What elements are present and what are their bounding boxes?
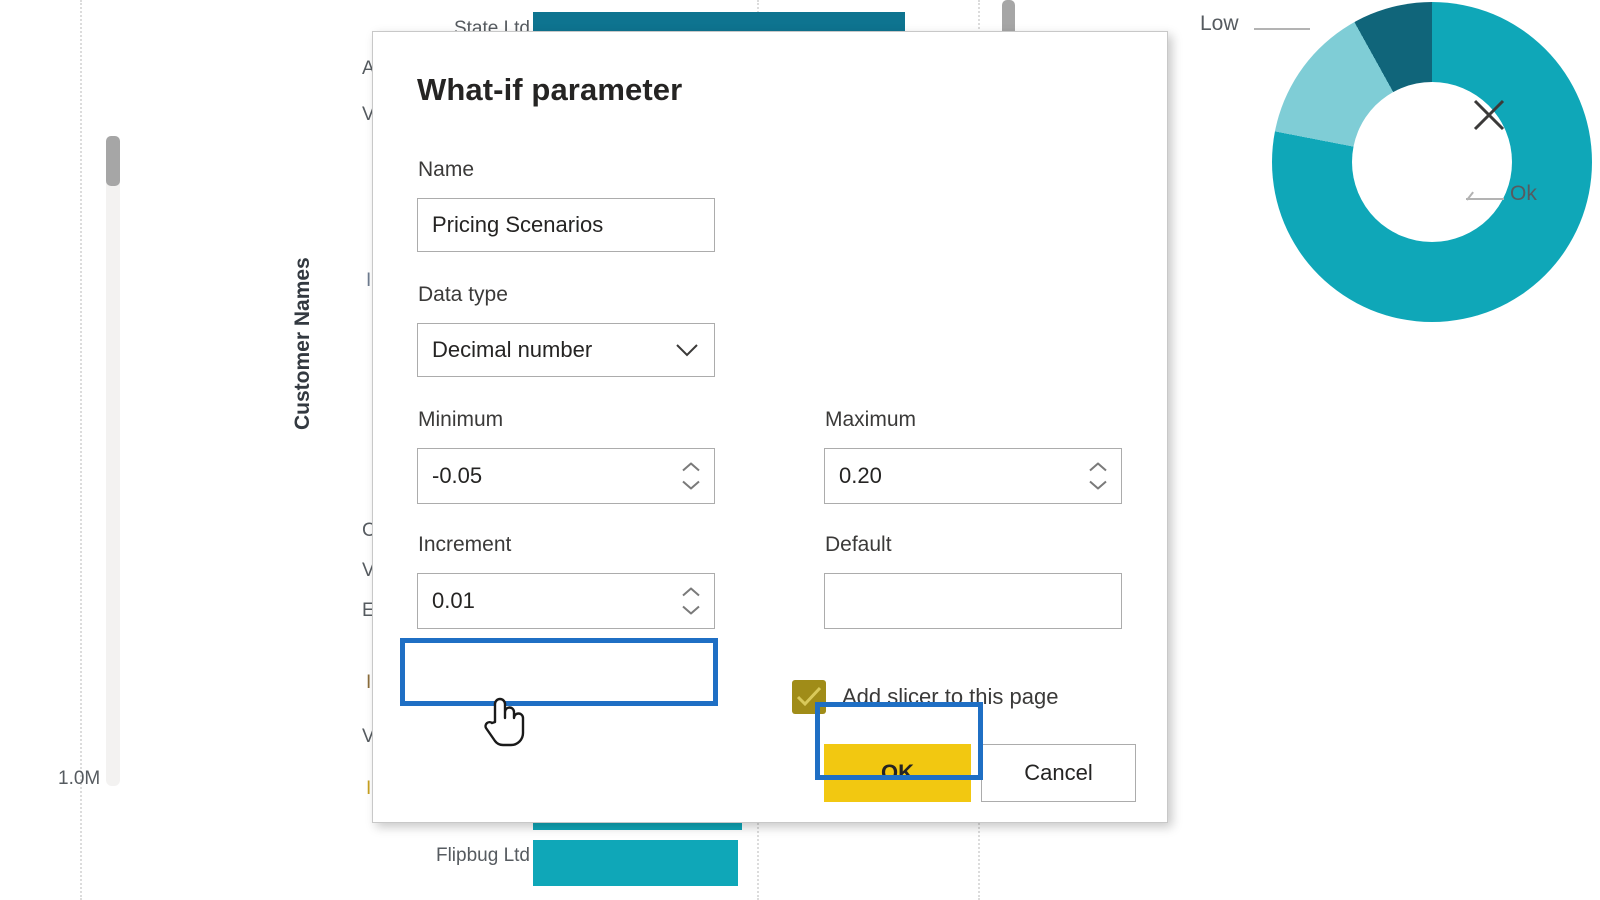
y-axis-title: Customer Names <box>291 257 314 430</box>
bar-category-label-clipped: I <box>366 270 372 291</box>
leader-line <box>1466 198 1504 200</box>
data-type-select[interactable]: Decimal number <box>417 323 715 377</box>
data-type-label: Data type <box>418 283 508 306</box>
donut-label-ok: Ok <box>1510 182 1537 205</box>
bar-category-label-clipped: I <box>366 672 372 693</box>
gridline <box>80 0 82 900</box>
maximum-input[interactable]: 0.20 <box>824 448 1122 504</box>
bar[interactable] <box>533 840 738 886</box>
minimum-input-value: -0.05 <box>432 463 483 488</box>
donut-label-low: Low <box>1200 12 1239 35</box>
name-input-value: Pricing Scenarios <box>432 212 604 237</box>
dialog-title: What-if parameter <box>417 72 683 107</box>
minimum-stepper[interactable] <box>682 462 700 490</box>
minimum-label: Minimum <box>418 408 504 431</box>
increment-input-value: 0.01 <box>432 588 475 613</box>
maximum-label: Maximum <box>825 408 917 431</box>
mouse-cursor <box>481 692 527 753</box>
default-label: Default <box>825 533 892 556</box>
ok-button[interactable]: OK <box>824 744 971 802</box>
minimum-input[interactable]: -0.05 <box>417 448 715 504</box>
cancel-button[interactable]: Cancel <box>981 744 1136 802</box>
add-slicer-checkbox-label: Add slicer to this page <box>842 684 1059 709</box>
maximum-stepper[interactable] <box>1089 462 1107 490</box>
vertical-scrollbar-track[interactable] <box>106 136 120 786</box>
name-label: Name <box>418 158 475 181</box>
donut-chart-visual: High Low Ok <box>1180 0 1600 322</box>
maximum-input-value: 0.20 <box>839 463 882 488</box>
checkmark-icon <box>792 680 826 714</box>
leader-line <box>1254 28 1310 30</box>
bar-category-label-clipped: I <box>366 778 372 799</box>
default-input[interactable] <box>824 573 1122 629</box>
increment-label: Increment <box>418 533 512 556</box>
x-axis-tick-label: 1.0M <box>58 768 101 789</box>
add-slicer-checkbox[interactable]: Add slicer to this page <box>792 680 1058 714</box>
name-input[interactable]: Pricing Scenarios <box>417 198 715 252</box>
vertical-scrollbar-thumb[interactable] <box>106 136 120 186</box>
chevron-down-icon <box>676 339 698 361</box>
increment-stepper[interactable] <box>682 587 700 615</box>
close-icon[interactable] <box>1467 93 1511 137</box>
increment-input[interactable]: 0.01 <box>417 573 715 629</box>
data-type-value: Decimal number <box>432 337 593 362</box>
bar-category-label: Flipbug Ltd <box>435 845 530 866</box>
